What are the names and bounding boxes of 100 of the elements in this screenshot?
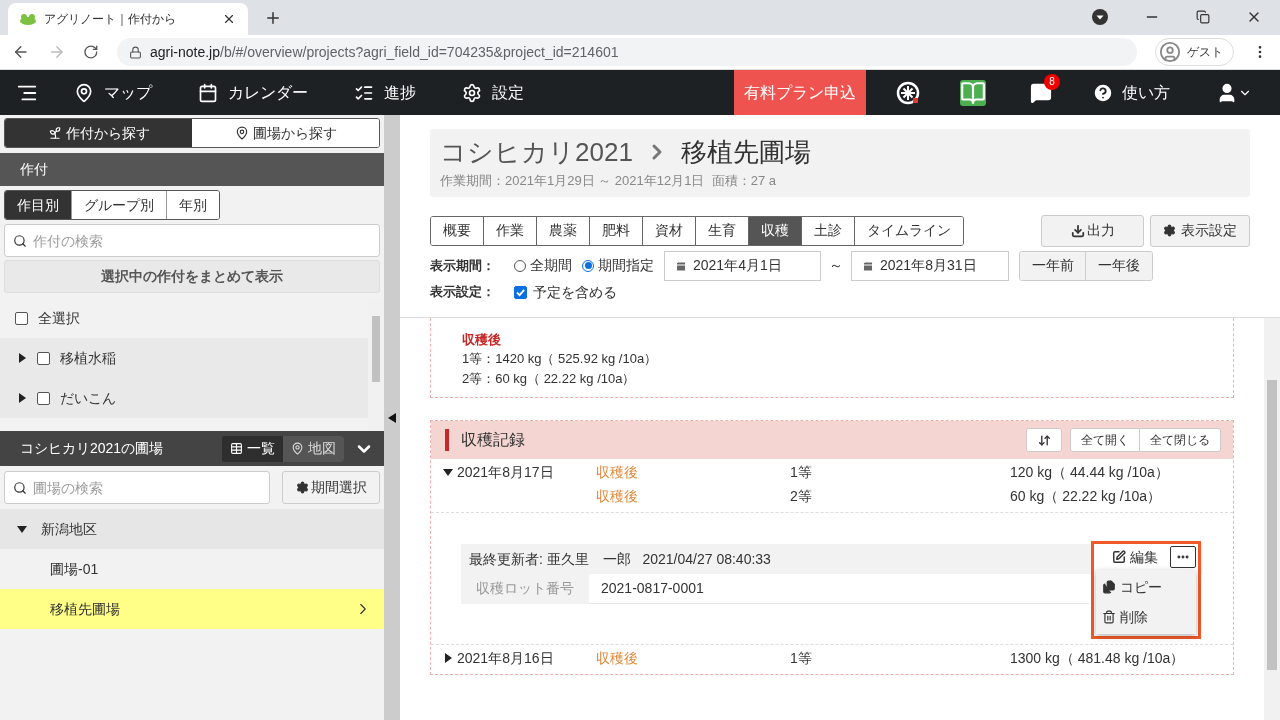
summary-line: 1等：1420 kg（ 525.92 kg /10a） <box>462 350 659 368</box>
section-header: コシヒカリ2021の圃場 <box>20 439 165 458</box>
nav-item[interactable]: 進捗 <box>354 80 416 105</box>
frog-logo-icon <box>20 13 36 25</box>
filter-tab[interactable]: 作目別 <box>5 191 72 219</box>
gear-icon <box>295 481 309 494</box>
collapse-sidebar-icon[interactable] <box>388 412 396 423</box>
period-radio[interactable]: 期間指定 <box>582 255 654 276</box>
lot-value: 2021-0817-0001 <box>600 579 704 598</box>
checkbox-label: 予定を含める <box>533 282 617 302</box>
edit-button[interactable]: 編集 <box>1106 546 1164 568</box>
period-radio[interactable]: 全期間 <box>514 255 572 276</box>
filter-tab[interactable]: 年別 <box>167 191 219 219</box>
grade-text: 1等 <box>790 648 813 668</box>
calendar-icon <box>198 82 218 103</box>
settings-icon <box>462 82 482 103</box>
notification-badge: 8 <box>1044 73 1060 90</box>
search-icon <box>13 481 27 495</box>
checkbox[interactable] <box>37 391 50 405</box>
sort-icon <box>1037 433 1051 447</box>
new-tab-icon[interactable] <box>264 9 282 27</box>
more-button[interactable] <box>1170 546 1196 568</box>
record-date[interactable]: 2021年8月17日 <box>457 461 554 483</box>
back-icon[interactable] <box>12 43 30 61</box>
gear-icon <box>1163 224 1176 237</box>
amount-text: 1300 kg（ 481.48 kg /10a） <box>1010 648 1185 668</box>
records-title: 収穫記録 <box>461 430 526 450</box>
view-toggle[interactable]: 地図 <box>283 435 344 462</box>
reload-icon[interactable] <box>83 44 99 60</box>
content-tab[interactable]: 概要 <box>431 216 484 245</box>
content-tab[interactable]: 収穫 <box>749 216 802 245</box>
next-year-button[interactable]: 一年後 <box>1086 251 1152 280</box>
expand-all-button[interactable]: 全て開く <box>1071 429 1140 451</box>
field-item[interactable]: 移植先圃場 <box>0 589 384 629</box>
scrollbar[interactable] <box>1264 317 1280 720</box>
period-label: 表示期間： <box>430 256 496 275</box>
address-field[interactable]: agri-note.jp/b/#/overview/projects?agri_field_id=704235&project_id=214601 <box>116 38 1137 66</box>
display-settings-button[interactable]: 表示設定 <box>1150 214 1250 247</box>
calendar-icon <box>862 259 874 272</box>
close-icon[interactable] <box>222 12 236 26</box>
select-all-label: 全選択 <box>38 308 80 328</box>
lock-icon <box>128 45 142 59</box>
filter-tab[interactable]: グループ別 <box>72 191 167 219</box>
download-icon <box>1070 223 1085 238</box>
stage-text: 収穫後 <box>596 486 639 506</box>
crop-item[interactable]: 移植水稲 <box>0 338 368 378</box>
record-date[interactable]: 2021年8月16日 <box>457 647 554 669</box>
copy-icon <box>1102 580 1116 594</box>
expand-icon[interactable] <box>17 353 27 363</box>
sort-button[interactable] <box>1026 428 1062 452</box>
restore-icon[interactable] <box>1196 10 1210 24</box>
expand-icon[interactable] <box>443 467 453 477</box>
collapse-all-button[interactable]: 全て閉じる <box>1140 429 1220 451</box>
date-field[interactable]: 2021年4月1日 <box>664 250 821 281</box>
stage-label: 収穫後 <box>462 330 502 349</box>
tree-group[interactable]: 新潟地区 <box>0 509 384 549</box>
checkbox[interactable] <box>37 351 50 365</box>
amount-text: 120 kg（ 44.44 kg /10a） <box>1010 462 1169 482</box>
search-field[interactable]: 作付の検索 <box>4 224 380 257</box>
period-select-button[interactable]: 期間選択 <box>282 471 380 504</box>
checkbox[interactable] <box>514 285 527 299</box>
menu-item[interactable]: 削除 <box>1096 602 1196 632</box>
tab-search-icon[interactable] <box>1092 9 1108 25</box>
subtitle: 作業期間：2021年1月29日 ～ 2021年12月1日 面積：27 a <box>440 172 777 190</box>
nav-item[interactable]: 設定 <box>462 80 524 105</box>
expand-icon[interactable] <box>443 653 453 663</box>
help-icon <box>1092 81 1114 104</box>
nav-item[interactable]: カレンダー <box>198 80 308 105</box>
search-mode-tab[interactable]: 作付から探す <box>5 119 192 147</box>
nav-item[interactable]: マップ <box>74 80 152 105</box>
calendar-icon <box>675 259 687 272</box>
show-selected-button[interactable]: 選択中の作付をまとめて表示 <box>4 260 380 293</box>
sprout-icon <box>47 126 62 140</box>
prev-year-button[interactable]: 一年前 <box>1020 251 1086 280</box>
browser-tab[interactable]: アグリノート｜作付から <box>8 3 248 35</box>
section-header: 作付 <box>0 153 384 186</box>
field-title: 移植先圃場 <box>680 136 811 169</box>
crop-item[interactable]: だいこん <box>0 378 368 418</box>
tab-title: アグリノート｜作付から <box>44 11 177 28</box>
checkbox[interactable] <box>15 311 28 325</box>
rice-icon[interactable] <box>896 80 920 105</box>
avatar-icon <box>1159 41 1181 63</box>
grade-text: 2等 <box>790 486 813 506</box>
crop-title: コシヒカリ2021 <box>440 136 633 169</box>
date-field[interactable]: 2021年8月31日 <box>851 250 1009 281</box>
menu-item[interactable]: コピー <box>1096 572 1196 602</box>
book-icon[interactable] <box>960 79 986 106</box>
table-icon <box>230 442 243 455</box>
stage-text: 収穫後 <box>596 462 639 482</box>
search-field[interactable]: 圃場の検索 <box>4 471 270 504</box>
map-pin-icon <box>234 126 249 140</box>
export-button[interactable]: 出力 <box>1041 214 1144 247</box>
expand-icon[interactable] <box>17 393 27 403</box>
search-mode-tab[interactable]: 圃場から探す <box>192 119 379 147</box>
stage-text: 収穫後 <box>596 648 639 668</box>
map-pin-icon <box>291 442 304 455</box>
collapse-icon[interactable] <box>17 524 27 534</box>
help-link[interactable]: 使い方 <box>1092 80 1170 105</box>
amount-text: 60 kg（ 22.22 kg /10a） <box>1010 486 1161 506</box>
grade-text: 1等 <box>790 462 813 482</box>
